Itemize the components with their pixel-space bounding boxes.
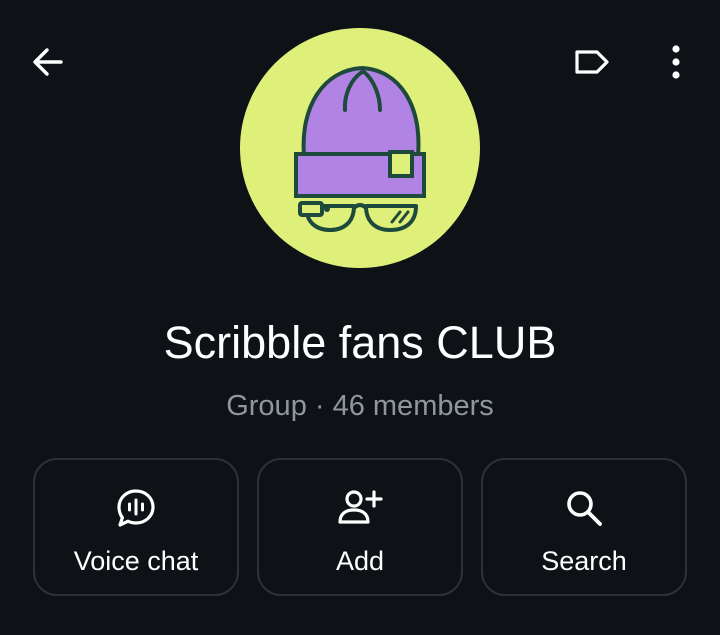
label-tag-icon: [575, 50, 609, 74]
voice-chat-label: Voice chat: [73, 546, 199, 576]
voice-chat-icon: [112, 486, 160, 530]
label-button[interactable]: [566, 38, 618, 86]
arrow-left-icon: [33, 48, 63, 76]
back-button[interactable]: [22, 38, 74, 86]
add-member-label: Add: [335, 546, 385, 576]
voice-chat-button[interactable]: Voice chat: [33, 458, 239, 596]
search-button[interactable]: Search: [481, 458, 687, 596]
search-label: Search: [541, 546, 627, 576]
add-member-button[interactable]: Add: [257, 458, 463, 596]
beanie-with-glasses-icon: [294, 66, 426, 232]
add-person-icon: [336, 486, 384, 530]
more-vertical-icon: [672, 45, 680, 79]
group-avatar[interactable]: [240, 28, 480, 268]
more-options-button[interactable]: [652, 38, 700, 86]
group-title: Scribble fans CLUB: [163, 317, 557, 368]
search-icon: [560, 486, 608, 530]
group-subtitle: Group · 46 members: [226, 390, 494, 422]
